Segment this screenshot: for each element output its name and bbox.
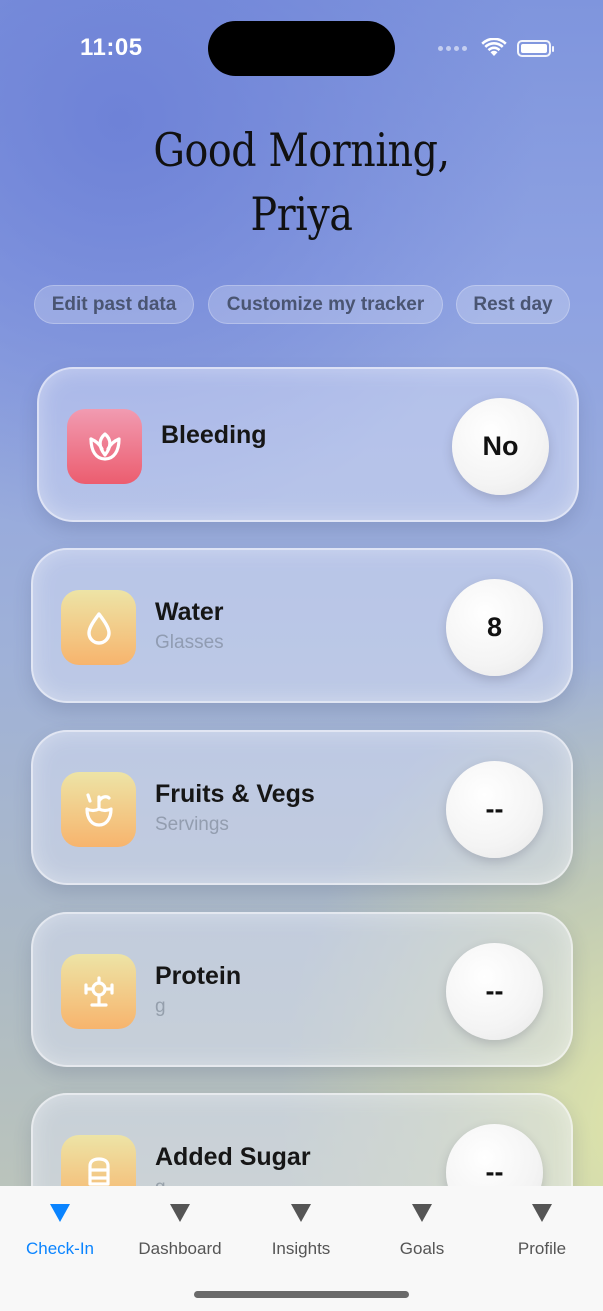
tracker-value-button[interactable]: -- bbox=[446, 943, 543, 1040]
tab-label: Insights bbox=[271, 1239, 331, 1258]
protein-icon bbox=[61, 954, 136, 1029]
tracker-value-button[interactable]: -- bbox=[446, 761, 543, 858]
tab-insights[interactable]: Insights bbox=[241, 1204, 361, 1259]
greeting-name: Priya bbox=[250, 187, 353, 241]
tab-goals[interactable]: Goals bbox=[362, 1204, 482, 1259]
tracker-value-button[interactable]: No bbox=[452, 398, 549, 495]
tracker-value-button[interactable]: 8 bbox=[446, 579, 543, 676]
tracker-card-fruits-vegs[interactable]: Fruits & Vegs Servings -- bbox=[31, 730, 573, 885]
tracker-unit: Glasses bbox=[155, 632, 224, 653]
tracker-title: Bleeding bbox=[161, 421, 267, 449]
dynamic-island bbox=[208, 21, 395, 76]
customize-tracker-chip[interactable]: Customize my tracker bbox=[208, 285, 443, 324]
lotus-icon bbox=[67, 409, 142, 484]
tracker-card-protein[interactable]: Protein g -- bbox=[31, 912, 573, 1067]
tab-dashboard[interactable]: Dashboard bbox=[120, 1204, 240, 1259]
dashboard-tab-icon bbox=[170, 1204, 190, 1222]
tracker-title: Fruits & Vegs bbox=[155, 780, 315, 808]
fruit-icon bbox=[61, 772, 136, 847]
status-time: 11:05 bbox=[80, 34, 143, 61]
tracker-title: Protein bbox=[155, 962, 242, 990]
tab-label: Check-In bbox=[25, 1239, 95, 1258]
status-icons bbox=[438, 38, 554, 58]
profile-tab-icon bbox=[532, 1204, 552, 1222]
insights-tab-icon bbox=[291, 1204, 311, 1222]
tab-label: Goals bbox=[399, 1239, 445, 1258]
tracker-unit: Servings bbox=[155, 814, 229, 835]
battery-icon bbox=[517, 39, 554, 57]
check-in-tab-icon bbox=[50, 1204, 70, 1222]
tracker-unit: g bbox=[155, 996, 166, 1017]
tracker-card-bleeding[interactable]: Bleeding No bbox=[37, 367, 579, 522]
tab-label: Profile bbox=[517, 1239, 567, 1258]
tracker-title: Added Sugar bbox=[155, 1143, 311, 1171]
rest-day-chip[interactable]: Rest day bbox=[456, 285, 570, 324]
tab-check-in[interactable]: Check-In bbox=[0, 1204, 120, 1259]
greeting-line-1: Good Morning, bbox=[153, 123, 450, 177]
tracker-card-water[interactable]: Water Glasses 8 bbox=[31, 548, 573, 703]
cellular-signal-icon bbox=[438, 45, 467, 51]
tab-profile[interactable]: Profile bbox=[482, 1204, 602, 1259]
home-indicator bbox=[194, 1291, 409, 1298]
goals-tab-icon bbox=[412, 1204, 432, 1222]
tracker-title: Water bbox=[155, 598, 224, 626]
edit-past-data-chip[interactable]: Edit past data bbox=[34, 285, 194, 324]
wifi-icon bbox=[481, 38, 507, 56]
tab-label: Dashboard bbox=[138, 1239, 222, 1258]
water-drop-icon bbox=[61, 590, 136, 665]
greeting-title: Good Morning, Priya bbox=[42, 118, 561, 246]
tab-bar: Check-In Dashboard Insights Goals Profil… bbox=[0, 1186, 603, 1311]
